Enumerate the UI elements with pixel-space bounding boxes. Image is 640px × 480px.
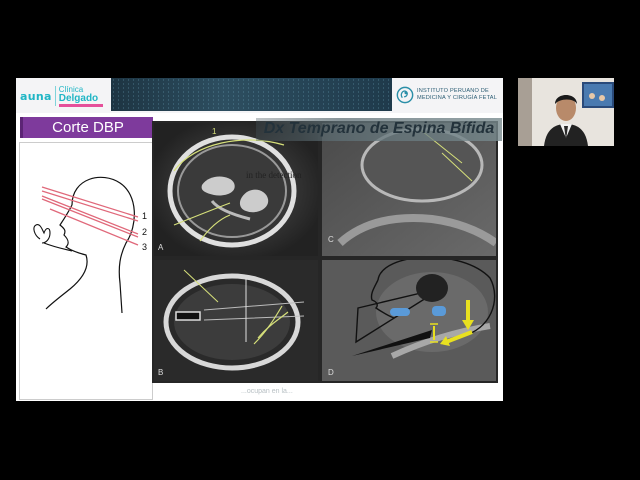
slide-footer-text: ...ocupan en la... xyxy=(241,388,293,395)
ultrasound-panel-d: D xyxy=(322,260,496,381)
ultrasound-figure: 1 in the detection A B C D xyxy=(152,121,498,383)
cut-label-3: 3 xyxy=(142,242,148,252)
panel-label-d: D xyxy=(328,368,334,377)
header-decorative-band xyxy=(111,78,392,111)
webcam-thumbnail[interactable] xyxy=(518,78,614,146)
clinica-delgado-logo: auna Clínica Delgado xyxy=(20,85,103,107)
cut-label-2: 2 xyxy=(142,227,148,237)
ipm-logo: INSTITUTO PERUANO DE MEDICINA Y CIRUGÍA … xyxy=(396,81,500,109)
cut-label-1: 1 xyxy=(142,211,148,221)
ipm-line1: INSTITUTO PERUANO DE xyxy=(417,88,489,94)
ultrasound-image-c xyxy=(322,123,496,256)
presentation-slide: auna Clínica Delgado INSTITUTO PERUANO D… xyxy=(16,78,503,401)
banner-title: Dx Temprano de Espina Bífida xyxy=(263,120,495,137)
logo-divider xyxy=(54,86,56,106)
auna-logo-text: auna xyxy=(20,89,52,103)
panel-a-overlay-text: in the detection xyxy=(246,170,302,180)
panel-label-a: A xyxy=(158,243,164,252)
section-title: Corte DBP xyxy=(52,119,124,136)
fetal-head-diagram: 1 2 3 xyxy=(19,142,153,400)
ultrasound-panel-b: B xyxy=(154,260,318,381)
webcam-video xyxy=(518,78,614,146)
section-title-box: Corte DBP xyxy=(20,117,153,138)
ultrasound-panel-c: C xyxy=(322,123,496,256)
clinica-underline xyxy=(58,104,103,107)
ipm-logo-text: INSTITUTO PERUANO DE MEDICINA Y CIRUGÍA … xyxy=(417,88,497,102)
clinica-text: Clínica Delgado xyxy=(58,85,103,107)
clinica-line2: Delgado xyxy=(58,93,99,104)
fetus-emblem-icon xyxy=(396,86,414,104)
panel-label-c: C xyxy=(328,235,334,244)
ultrasound-image-b xyxy=(154,260,318,381)
panel-label-b: B xyxy=(158,368,164,377)
title-banner: Dx Temprano de Espina Bífida xyxy=(256,118,502,141)
slide-header: auna Clínica Delgado INSTITUTO PERUANO D… xyxy=(16,78,503,113)
fetal-profile-drawing xyxy=(33,176,139,314)
ultrasound-image-a xyxy=(154,123,318,256)
ipm-line2: MEDICINA Y CIRUGÍA FETAL xyxy=(417,95,498,101)
ultrasound-image-d xyxy=(322,260,496,381)
ultrasound-panel-a: 1 in the detection A xyxy=(154,123,318,256)
panel-a-number: 1 xyxy=(212,127,217,136)
